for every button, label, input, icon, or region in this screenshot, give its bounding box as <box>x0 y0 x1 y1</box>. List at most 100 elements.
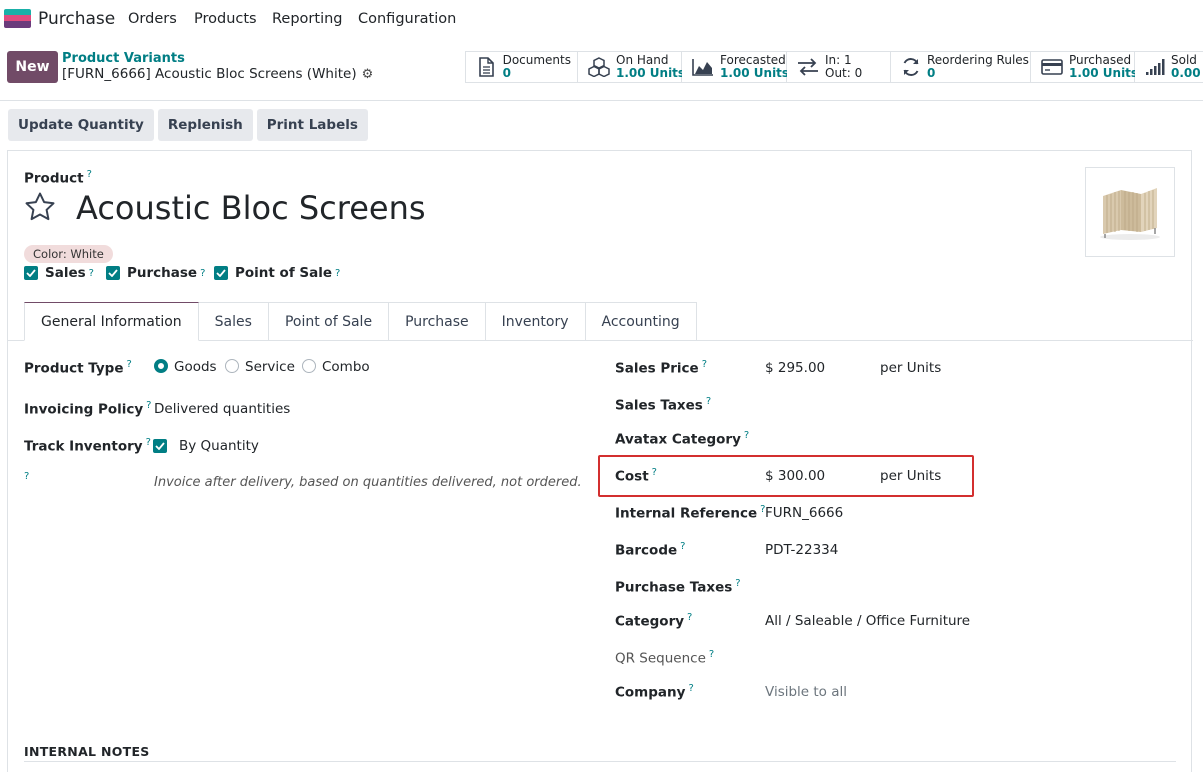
stat-value: 0.00 U <box>1171 66 1203 80</box>
cost-label: Cost? <box>615 467 657 485</box>
help-tooltip-icon[interactable]: ? <box>146 437 151 448</box>
checkbox-checked-icon[interactable] <box>106 266 120 280</box>
flag-purchase[interactable]: Purchase? <box>106 265 205 281</box>
help-tooltip-icon[interactable]: ? <box>744 430 749 441</box>
cost-field[interactable]: $ 300.00 <box>765 468 825 484</box>
radio-empty-icon[interactable] <box>225 359 239 373</box>
sales-price-field[interactable]: $ 295.00 <box>765 360 825 376</box>
product-image[interactable] <box>1085 167 1175 257</box>
stat-value: 0 <box>927 66 936 80</box>
smart-button-in-out[interactable]: In: 1 Out: 0 <box>787 52 891 82</box>
menu-orders[interactable]: Orders <box>128 11 177 27</box>
stat-value: Out: 0 <box>825 66 863 80</box>
print-labels-button[interactable]: Print Labels <box>256 109 368 141</box>
stat-value: 1.00 Units <box>616 66 686 80</box>
update-quantity-button[interactable]: Update Quantity <box>8 109 154 141</box>
help-tooltip-icon[interactable]: ? <box>706 396 711 407</box>
radio-combo-label: Combo <box>322 359 370 375</box>
acoustic-screen-image <box>1100 188 1160 240</box>
help-tooltip-icon[interactable]: ? <box>24 471 29 482</box>
company-field[interactable]: Visible to all <box>765 684 847 700</box>
replenish-button[interactable]: Replenish <box>157 109 253 141</box>
help-tooltip-icon[interactable]: ? <box>680 541 685 552</box>
smart-button-on-hand[interactable]: On Hand 1.00 Units <box>578 52 686 82</box>
credit-card-icon <box>1041 57 1063 77</box>
invoicing-policy-field[interactable]: Delivered quantities <box>154 401 290 417</box>
menu-reporting[interactable]: Reporting <box>272 11 343 27</box>
radio-selected-icon[interactable] <box>154 359 168 373</box>
breadcrumb-parent[interactable]: Product Variants <box>62 51 185 66</box>
track-inventory-value: By Quantity <box>179 438 259 454</box>
radio-goods-label: Goods <box>174 359 217 375</box>
refresh-icon <box>901 57 921 77</box>
internal-notes-title: INTERNAL NOTES <box>24 744 150 759</box>
checkbox-checked-icon[interactable] <box>24 266 38 280</box>
help-tooltip-icon[interactable]: ? <box>89 268 94 279</box>
flag-sales-label: Sales <box>45 265 86 281</box>
smart-button-documents[interactable]: Documents 0 <box>466 52 578 82</box>
track-inventory-label-text: Track Inventory <box>24 438 143 455</box>
tab-sales[interactable]: Sales <box>198 302 269 341</box>
invoicing-policy-label: Invoicing Policy? <box>24 400 151 418</box>
product-type-combo[interactable]: Combo <box>302 359 370 375</box>
company-label: Company? <box>615 683 694 701</box>
company-label-text: Company <box>615 684 686 701</box>
qr-sequence-label-text: QR Sequence <box>615 650 706 667</box>
track-inventory-field[interactable]: By Quantity <box>153 438 259 454</box>
document-icon <box>476 57 497 77</box>
help-tooltip-icon[interactable]: ? <box>335 268 340 279</box>
help-tooltip-icon[interactable]: ? <box>200 268 205 279</box>
app-name[interactable]: Purchase <box>38 9 115 29</box>
help-tooltip-icon[interactable]: ? <box>702 359 707 370</box>
qr-sequence-label: QR Sequence? <box>615 649 714 667</box>
flag-sales[interactable]: Sales? <box>24 265 94 281</box>
radio-service-label: Service <box>245 359 295 375</box>
internal-notes-divider <box>24 761 1176 762</box>
invoicing-policy-hint: Invoice after delivery, based on quantit… <box>154 475 582 490</box>
internal-reference-label-text: Internal Reference <box>615 505 758 522</box>
help-tooltip-icon[interactable]: ? <box>126 359 131 370</box>
smart-button-sold[interactable]: Sold0.00 U <box>1135 52 1203 82</box>
cost-label-text: Cost <box>615 468 649 485</box>
checkbox-checked-icon[interactable] <box>214 266 228 280</box>
gear-icon[interactable]: ⚙ <box>362 67 374 82</box>
favorite-star-icon[interactable] <box>24 191 56 223</box>
new-button[interactable]: New <box>7 51 58 83</box>
tab-general-information[interactable]: General Information <box>24 302 199 341</box>
product-type-service[interactable]: Service <box>225 359 295 375</box>
barcode-label: Barcode? <box>615 541 685 559</box>
radio-empty-icon[interactable] <box>302 359 316 373</box>
tab-purchase[interactable]: Purchase <box>389 302 486 341</box>
barcode-field[interactable]: PDT-22334 <box>765 542 838 558</box>
product-type-goods[interactable]: Goods <box>154 359 217 375</box>
control-panel: New Product Variants [FURN_6666] Acousti… <box>0 38 1203 101</box>
avatax-category-label: Avatax Category? <box>615 430 749 448</box>
help-tooltip-icon[interactable]: ? <box>652 467 657 478</box>
product-title[interactable]: Acoustic Bloc Screens <box>76 189 426 227</box>
stat-value: 0 <box>502 66 511 80</box>
internal-reference-label: Internal Reference? <box>615 504 765 522</box>
help-tooltip-icon[interactable]: ? <box>735 578 740 589</box>
tab-point-of-sale[interactable]: Point of Sale <box>268 302 390 341</box>
checkbox-checked-icon[interactable] <box>153 439 167 453</box>
help-tooltip-icon[interactable]: ? <box>146 400 151 411</box>
attribute-badge: Color: White <box>24 245 113 263</box>
internal-reference-field[interactable]: FURN_6666 <box>765 505 843 521</box>
menu-products[interactable]: Products <box>194 11 257 27</box>
tab-accounting[interactable]: Accounting <box>585 302 697 341</box>
smart-button-purchased[interactable]: Purchased 1.00 Units <box>1031 52 1138 82</box>
help-tooltip-icon[interactable]: ? <box>687 612 692 623</box>
smart-button-forecasted[interactable]: Forecasted 1.00 Units <box>682 52 789 82</box>
stat-label: Documents <box>502 53 571 67</box>
help-tooltip-icon[interactable]: ? <box>709 649 714 660</box>
exchange-icon <box>797 57 819 77</box>
avatax-category-label-text: Avatax Category <box>615 431 741 448</box>
tab-inventory[interactable]: Inventory <box>485 302 586 341</box>
flag-point-of-sale[interactable]: Point of Sale? <box>214 265 340 281</box>
smart-button-reordering-rules[interactable]: Reordering Rules 0 <box>891 52 1031 82</box>
help-tooltip-icon[interactable]: ? <box>688 683 693 694</box>
purchase-app-icon[interactable] <box>4 9 31 28</box>
menu-configuration[interactable]: Configuration <box>358 11 456 27</box>
category-field[interactable]: All / Saleable / Office Furniture <box>765 613 970 629</box>
help-tooltip-icon[interactable]: ? <box>87 169 92 180</box>
